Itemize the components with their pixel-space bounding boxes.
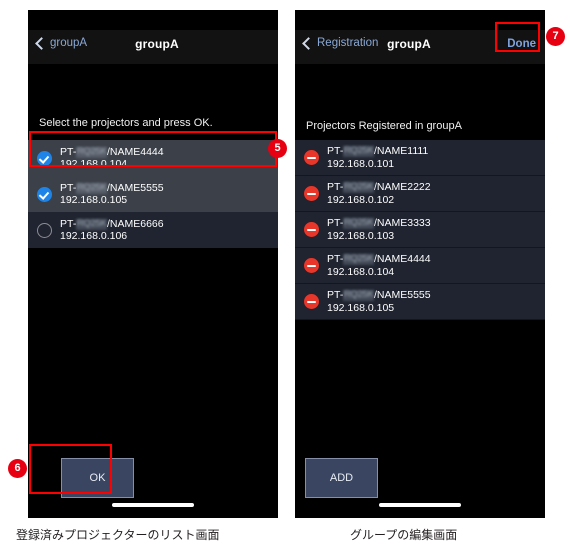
projector-name-suffix: /NAME3333 [374, 217, 431, 230]
redacted-model-code: RQ25K [343, 145, 374, 158]
projector-ip: 192.168.0.101 [327, 157, 395, 170]
projector-ip: 192.168.0.104 [327, 265, 395, 278]
projector-name-prefix: PT- [60, 217, 77, 230]
projector-name-suffix: /NAME4444 [374, 253, 431, 266]
table-row-texts: PT-RQ25K/NAME1111 192.168.0.101 [327, 145, 428, 169]
list-item-texts: PT-RQ25K/NAME5555 192.168.0.105 [60, 182, 164, 206]
caption-right-screen: グループの編集画面 [350, 528, 458, 542]
table-row[interactable]: PT-RQ25K/NAME3333 192.168.0.103 [295, 212, 545, 248]
projector-name-suffix: /NAME6666 [107, 217, 164, 230]
projector-name: PT-RQ25K/NAME3333 [327, 217, 431, 229]
projector-ip: 192.168.0.102 [327, 193, 395, 206]
projector-name: PT-RQ25K/NAME5555 [327, 289, 431, 301]
projector-ip: 192.168.0.106 [60, 230, 128, 242]
redacted-model-code: RQ25K [76, 181, 107, 194]
table-row[interactable]: PT-RQ25K/NAME4444 192.168.0.104 [295, 248, 545, 284]
checkbox-checked-icon[interactable] [37, 150, 52, 166]
projector-name: PT-RQ25K/NAME1111 [327, 145, 428, 157]
checkbox-unchecked-icon[interactable] [37, 222, 52, 238]
projector-name-prefix: PT- [60, 181, 77, 194]
projector-ip: 192.168.0.104 [60, 158, 128, 170]
registered-list-header: Projectors Registered in groupA [306, 120, 462, 132]
projector-ip: 192.168.0.105 [327, 301, 395, 314]
projector-name: PT-RQ25K/NAME4444 [327, 253, 431, 265]
instruction-text: Select the projectors and press OK. [39, 117, 213, 129]
delete-minus-icon[interactable] [304, 258, 319, 273]
projector-name-prefix: PT- [327, 289, 344, 302]
registered-projector-list: PT-RQ25K/NAME1111 192.168.0.101 PT-RQ25K… [295, 140, 545, 320]
list-item[interactable]: PT-RQ25K/NAME6666 192.168.0.106 [28, 212, 278, 248]
redacted-model-code: RQ25K [76, 145, 107, 158]
home-indicator [379, 503, 461, 507]
home-indicator [112, 503, 194, 507]
checkbox-checked-icon[interactable] [37, 186, 52, 202]
projector-name-prefix: PT- [327, 181, 344, 194]
redacted-model-code: RQ25K [343, 289, 374, 302]
projector-selection-list: PT-RQ25K/NAME4444 192.168.0.104 PT-RQ25K… [28, 140, 278, 248]
projector-name-suffix: /NAME5555 [107, 181, 164, 194]
table-row-texts: PT-RQ25K/NAME5555 192.168.0.105 [327, 289, 431, 313]
table-row[interactable]: PT-RQ25K/NAME1111 192.168.0.101 [295, 140, 545, 176]
list-item-texts: PT-RQ25K/NAME4444 192.168.0.104 [60, 146, 164, 170]
projector-name-suffix: /NAME4444 [107, 145, 164, 158]
phone-screen-group-edit: Registration groupA Done Projectors Regi… [295, 10, 545, 518]
projector-name-prefix: PT- [327, 217, 344, 230]
projector-name-suffix: /NAME5555 [374, 289, 431, 302]
callout-badge-7: 7 [546, 27, 565, 46]
projector-name-prefix: PT- [327, 253, 344, 266]
add-button[interactable]: ADD [305, 458, 378, 498]
delete-minus-icon[interactable] [304, 294, 319, 309]
phone-screen-projector-list: groupA groupA Select the projectors and … [28, 10, 278, 518]
callout-badge-6: 6 [8, 459, 27, 478]
redacted-model-code: RQ25K [343, 253, 374, 266]
projector-name-prefix: PT- [60, 145, 77, 158]
projector-name: PT-RQ25K/NAME2222 [327, 181, 431, 193]
redacted-model-code: RQ25K [343, 217, 374, 230]
projector-name-suffix: /NAME2222 [374, 181, 431, 194]
left-page-title: groupA [135, 37, 179, 51]
projector-name-prefix: PT- [327, 145, 344, 158]
table-row[interactable]: PT-RQ25K/NAME5555 192.168.0.105 [295, 284, 545, 320]
list-item[interactable]: PT-RQ25K/NAME4444 192.168.0.104 [28, 140, 278, 176]
table-row-texts: PT-RQ25K/NAME3333 192.168.0.103 [327, 217, 431, 241]
right-navbar: Registration groupA Done [295, 30, 545, 64]
callout-badge-5: 5 [268, 139, 287, 158]
list-item-texts: PT-RQ25K/NAME6666 192.168.0.106 [60, 218, 164, 242]
delete-minus-icon[interactable] [304, 222, 319, 237]
delete-minus-icon[interactable] [304, 186, 319, 201]
done-button[interactable]: Done [507, 38, 536, 50]
projector-name: PT-RQ25K/NAME4444 [60, 146, 164, 158]
projector-ip: 192.168.0.103 [327, 229, 395, 242]
table-row-texts: PT-RQ25K/NAME2222 192.168.0.102 [327, 181, 431, 205]
table-row[interactable]: PT-RQ25K/NAME2222 192.168.0.102 [295, 176, 545, 212]
projector-name: PT-RQ25K/NAME6666 [60, 218, 164, 230]
projector-name-suffix: /NAME1111 [374, 145, 429, 158]
list-item[interactable]: PT-RQ25K/NAME5555 192.168.0.105 [28, 176, 278, 212]
projector-name: PT-RQ25K/NAME5555 [60, 182, 164, 194]
caption-left-screen: 登録済みプロジェクターのリスト画面 [16, 528, 220, 542]
ok-button[interactable]: OK [61, 458, 134, 498]
redacted-model-code: RQ25K [76, 217, 107, 230]
redacted-model-code: RQ25K [343, 181, 374, 194]
table-row-texts: PT-RQ25K/NAME4444 192.168.0.104 [327, 253, 431, 277]
delete-minus-icon[interactable] [304, 150, 319, 165]
projector-ip: 192.168.0.105 [60, 194, 128, 206]
left-navbar: groupA groupA [28, 30, 278, 64]
